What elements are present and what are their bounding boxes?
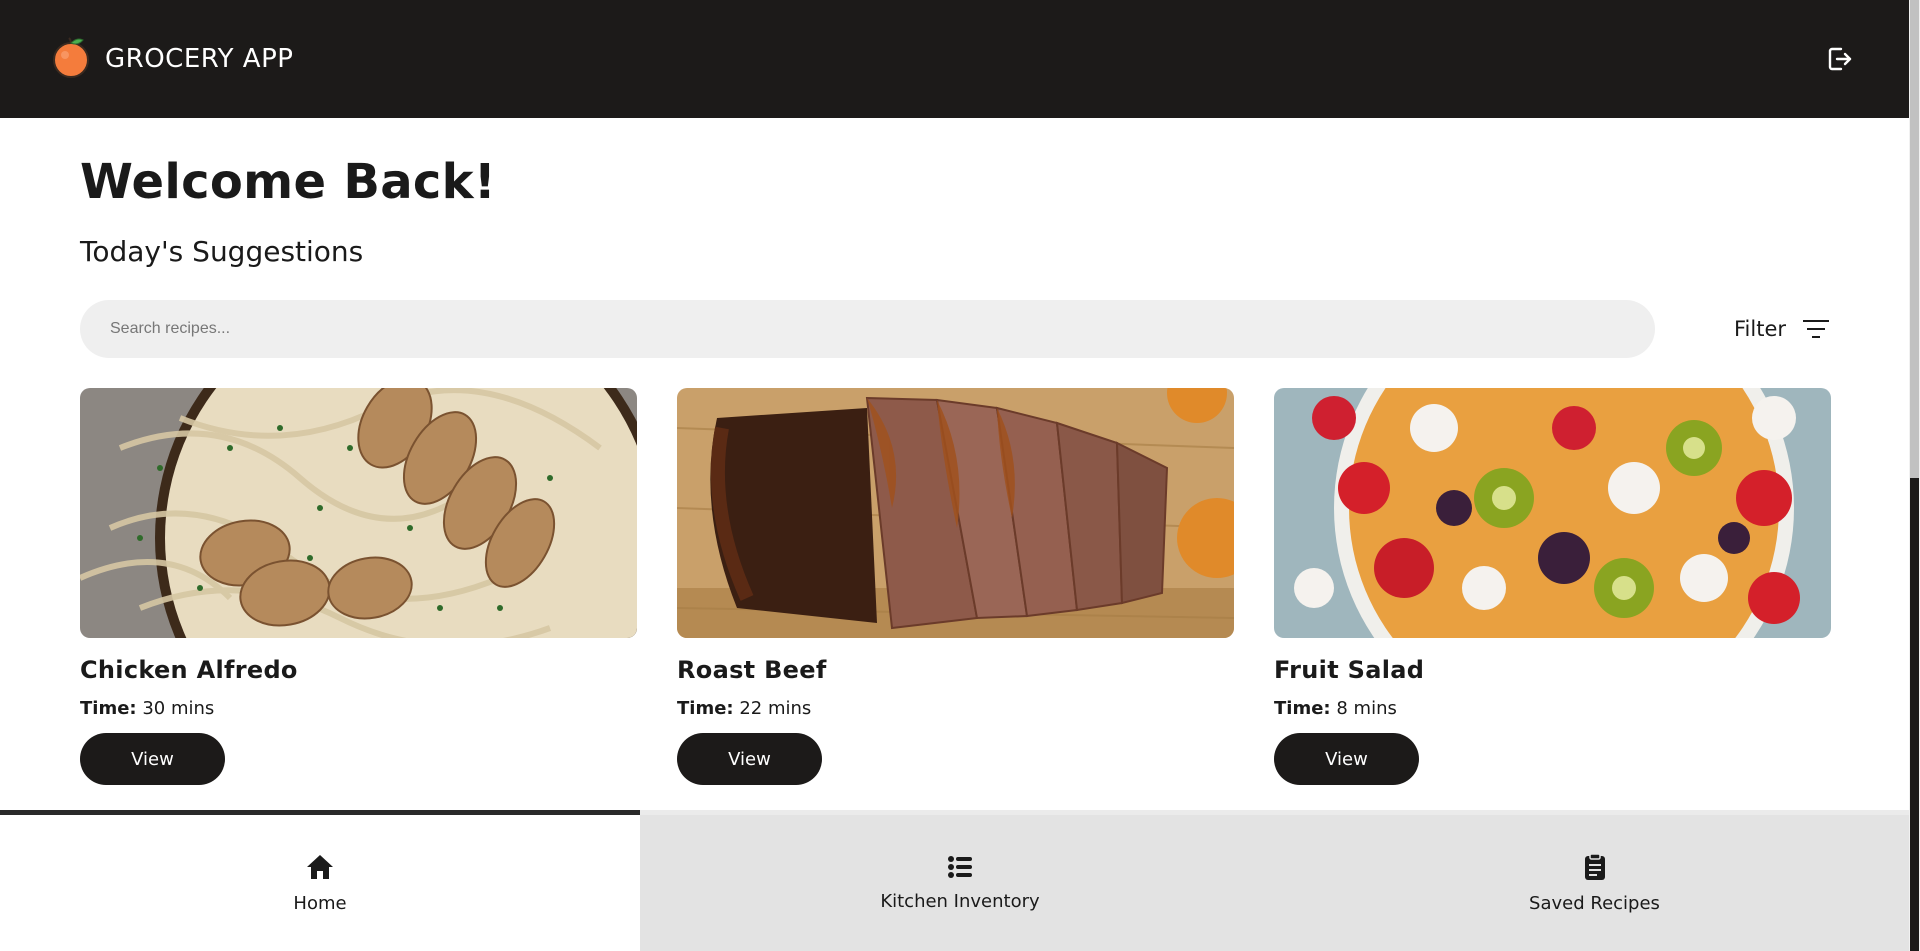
orange-fruit-icon — [53, 37, 89, 78]
logout-icon — [1828, 47, 1852, 71]
time-label: Time: — [80, 698, 137, 719]
recipe-name: Roast Beef — [677, 656, 827, 684]
chicken-alfredo-photo — [80, 388, 637, 638]
app-viewport: GROCERY APP Welcome Back! Today's Sugges… — [0, 0, 1920, 951]
recipe-name: Fruit Salad — [1274, 656, 1425, 684]
filter-label: Filter — [1734, 317, 1787, 341]
app-title: GROCERY APP — [105, 44, 294, 74]
bottom-nav: Home Kitchen Inventory Saved Recipes — [0, 810, 1909, 951]
nav-label: Saved Recipes — [1529, 892, 1660, 914]
time-value: 22 mins — [739, 698, 812, 719]
recipe-time: Time: 8 mins — [1274, 698, 1831, 719]
search-input[interactable] — [80, 300, 1655, 358]
recipe-card: Fruit Salad Time: 8 mins View — [1274, 388, 1831, 785]
time-label: Time: — [1274, 698, 1331, 719]
list-icon — [948, 855, 972, 878]
clipboard-icon — [1584, 852, 1605, 880]
scrollbar-lower — [1910, 478, 1919, 951]
recipe-card: Chicken Alfredo Time: 30 mins View — [80, 388, 637, 785]
recipe-name: Chicken Alfredo — [80, 656, 298, 684]
recipe-time: Time: 30 mins — [80, 698, 637, 719]
recipe-time: Time: 22 mins — [677, 698, 1234, 719]
top-bar: GROCERY APP — [0, 0, 1909, 118]
view-button[interactable]: View — [80, 733, 225, 785]
scrollbar-thumb[interactable] — [1910, 0, 1919, 478]
fruit-salad-photo — [1274, 388, 1831, 638]
time-value: 8 mins — [1336, 698, 1397, 719]
nav-label: Kitchen Inventory — [880, 890, 1040, 912]
home-icon — [307, 854, 333, 879]
nav-item-kitchen-inventory[interactable]: Kitchen Inventory — [640, 810, 1280, 951]
filter-lines-icon — [1803, 320, 1830, 338]
time-value: 30 mins — [142, 698, 215, 719]
nav-item-home[interactable]: Home — [0, 810, 640, 951]
logout-button[interactable] — [1825, 44, 1855, 74]
nav-item-saved-recipes[interactable]: Saved Recipes — [1280, 810, 1909, 951]
page-title: Welcome Back! — [80, 154, 497, 210]
roast-beef-photo — [677, 388, 1234, 638]
section-subtitle: Today's Suggestions — [80, 235, 364, 268]
view-button[interactable]: View — [677, 733, 822, 785]
time-label: Time: — [677, 698, 734, 719]
view-button[interactable]: View — [1274, 733, 1419, 785]
nav-label: Home — [293, 892, 347, 914]
recipe-card: Roast Beef Time: 22 mins View — [677, 388, 1234, 785]
filter-button[interactable]: Filter — [1734, 314, 1830, 344]
